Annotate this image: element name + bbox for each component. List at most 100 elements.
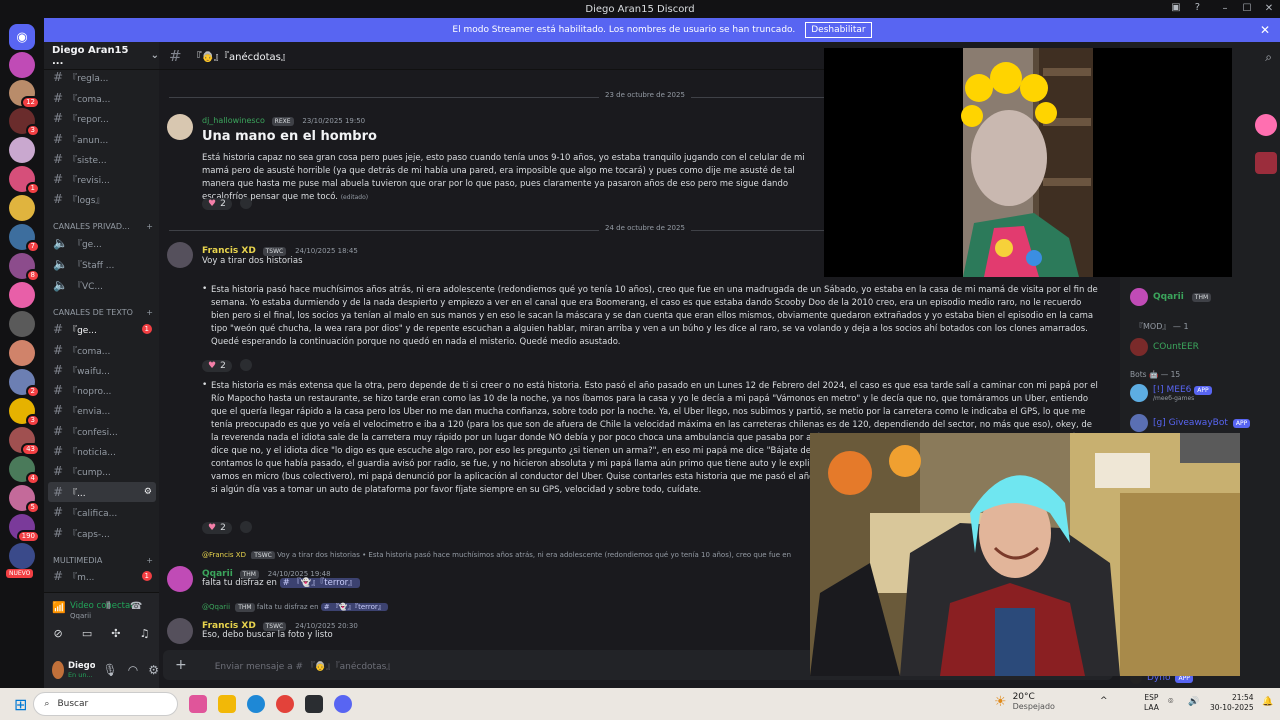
server-icon[interactable]: 3 xyxy=(9,108,40,137)
avatar[interactable] xyxy=(167,242,193,268)
disable-streamer-button[interactable]: Deshabilitar xyxy=(805,22,872,38)
server-icon[interactable]: 8 xyxy=(9,253,40,282)
channel-mention[interactable]: # 『👻』『terror』 xyxy=(279,578,360,588)
headphones-icon[interactable]: ◠ xyxy=(128,663,138,677)
server-icon[interactable] xyxy=(9,195,35,221)
server-icon[interactable]: 3 xyxy=(9,398,40,427)
channel-item[interactable]: # 『noticia... xyxy=(48,441,156,461)
weather-widget[interactable]: ☀ 20°C Despejado xyxy=(994,692,1055,711)
avatar xyxy=(1130,384,1148,402)
server-icon[interactable]: 43 xyxy=(9,427,40,456)
channel-item[interactable]: # 『siste... xyxy=(48,149,156,169)
screen-share-icon[interactable]: ▭ xyxy=(82,627,92,640)
channel-item[interactable]: # 『coma... xyxy=(48,340,156,360)
category-text[interactable]: CANALES DE TEXTO + xyxy=(53,308,153,317)
server-icon[interactable]: 4 xyxy=(9,456,40,485)
channel-item[interactable]: # 『anun... xyxy=(48,129,156,149)
search-icon[interactable]: ⌕ xyxy=(1265,50,1272,65)
reaction-heart[interactable]: ♥ 2 xyxy=(202,360,232,372)
message-author[interactable]: dj_hallowinesco xyxy=(202,116,265,125)
add-reaction-icon[interactable] xyxy=(239,358,252,371)
camera-off-icon[interactable]: ⊘ xyxy=(54,627,63,640)
reaction-heart[interactable]: ♥ 2 xyxy=(202,198,232,210)
server-icon[interactable] xyxy=(9,340,35,366)
category-private[interactable]: CANALES PRIVAD... + xyxy=(53,222,153,231)
taskbar-search[interactable]: ⌕ Buscar xyxy=(33,692,179,716)
add-attachment-icon[interactable]: + xyxy=(175,657,187,673)
story-1: Esta historia pasó hace muchísimos años … xyxy=(211,285,1098,347)
channel-item[interactable]: # 『envia... xyxy=(48,400,156,420)
network-icon[interactable]: ⌾ xyxy=(1168,697,1173,707)
clock[interactable]: 21:54 30-10-2025 xyxy=(1210,693,1254,713)
add-reaction-icon[interactable] xyxy=(239,520,252,533)
channel-item-active[interactable]: # 『... ⚙ xyxy=(48,482,156,502)
server-icon[interactable]: 1 xyxy=(9,166,40,195)
server-icon[interactable] xyxy=(9,137,35,163)
help-icon[interactable]: ? xyxy=(1195,2,1200,13)
member-item[interactable]: Qqarii THM xyxy=(1130,288,1212,306)
volume-icon[interactable]: 🔊 xyxy=(1188,697,1199,707)
server-event-icon xyxy=(1255,152,1277,174)
edge-icon[interactable] xyxy=(247,695,266,713)
channel-item[interactable]: # 『cump... xyxy=(48,461,156,481)
disconnect-icon[interactable]: ☎ xyxy=(130,601,142,612)
language-indicator[interactable]: ESP LAA xyxy=(1144,693,1159,713)
voice-channel-item[interactable]: 🔈 『Staff ... xyxy=(48,254,156,274)
server-icon[interactable]: 12 xyxy=(9,80,40,109)
maximize-button[interactable]: ☐ xyxy=(1236,0,1258,18)
member-item[interactable]: [g] GiveawayBot APP xyxy=(1130,414,1251,432)
member-item[interactable]: COuntEER xyxy=(1130,338,1199,356)
notification-icon[interactable]: 🔔 xyxy=(1262,697,1273,707)
server-icon[interactable] xyxy=(9,52,35,78)
channel-title: 『👵』『anécdotas』 xyxy=(191,52,291,63)
channel-item[interactable]: # 『m... 1 xyxy=(48,566,156,586)
avatar[interactable] xyxy=(167,566,193,592)
channel-item[interactable]: # 『ge... 1 xyxy=(48,319,156,339)
minimize-button[interactable]: – xyxy=(1214,0,1236,18)
soundboard-icon[interactable]: ♫ xyxy=(140,627,150,640)
file-explorer-icon[interactable] xyxy=(218,695,237,713)
chrome-icon[interactable] xyxy=(276,695,295,713)
noise-icon[interactable]: ⦀ xyxy=(106,601,110,612)
close-banner-icon[interactable]: ✕ xyxy=(1260,23,1270,37)
server-icon[interactable] xyxy=(9,543,35,569)
server-icon[interactable]: 5 xyxy=(9,485,40,514)
settings-gear-icon[interactable]: ⚙ xyxy=(148,663,159,677)
channel-item[interactable]: # 『coma... xyxy=(48,88,156,108)
channel-item[interactable]: # 『caps-... xyxy=(48,523,156,543)
server-icon[interactable] xyxy=(9,282,35,308)
channel-item[interactable]: # 『nopro... xyxy=(48,380,156,400)
channel-item[interactable]: # 『regla... xyxy=(48,67,156,87)
member-item[interactable]: [!] MEE6 APP /meeб-games xyxy=(1130,384,1212,402)
server-icon[interactable] xyxy=(9,311,35,337)
close-window-button[interactable]: ✕ xyxy=(1258,0,1280,18)
obs-icon[interactable] xyxy=(305,695,324,713)
avatar[interactable] xyxy=(167,618,193,644)
voice-channel-item[interactable]: 🔈 『ge... xyxy=(48,233,156,253)
inbox-icon[interactable]: ▣ xyxy=(1171,2,1180,13)
add-reaction-icon[interactable] xyxy=(239,196,252,209)
avatar[interactable] xyxy=(52,661,64,679)
windows-start-icon[interactable]: ⊞ xyxy=(14,695,27,714)
channel-item[interactable]: # 『revisi... xyxy=(48,169,156,189)
voice-channel-item[interactable]: 🔈 『VC... xyxy=(48,275,156,295)
speaker-icon: 🔈 xyxy=(53,278,68,292)
discord-app-icon[interactable] xyxy=(334,695,353,713)
category-media[interactable]: MULTIMEDIA + xyxy=(53,556,153,565)
channel-item[interactable]: # 『logs』 xyxy=(48,189,156,209)
chevron-up-icon[interactable]: ^ xyxy=(1100,696,1108,706)
avatar[interactable] xyxy=(167,114,193,140)
server-icon[interactable]: 2 xyxy=(9,369,40,398)
server-icon[interactable]: 190 xyxy=(9,514,40,543)
channel-item[interactable]: # 『repor... xyxy=(48,108,156,128)
channel-item[interactable]: # 『califica... xyxy=(48,502,156,522)
reaction-heart[interactable]: ♥ 2 xyxy=(202,522,232,534)
copilot-icon[interactable] xyxy=(189,695,208,713)
activities-icon[interactable]: ✣ xyxy=(111,627,120,640)
discord-home-icon[interactable]: ◉ xyxy=(9,24,35,50)
channel-item[interactable]: # 『waifu... xyxy=(48,360,156,380)
server-icon[interactable]: 7 xyxy=(9,224,40,253)
guild-header[interactable]: Diego Aran15 ... ⌄ xyxy=(44,42,159,70)
mic-icon[interactable]: 🎙 xyxy=(103,663,118,677)
channel-item[interactable]: # 『confesi... xyxy=(48,421,156,441)
